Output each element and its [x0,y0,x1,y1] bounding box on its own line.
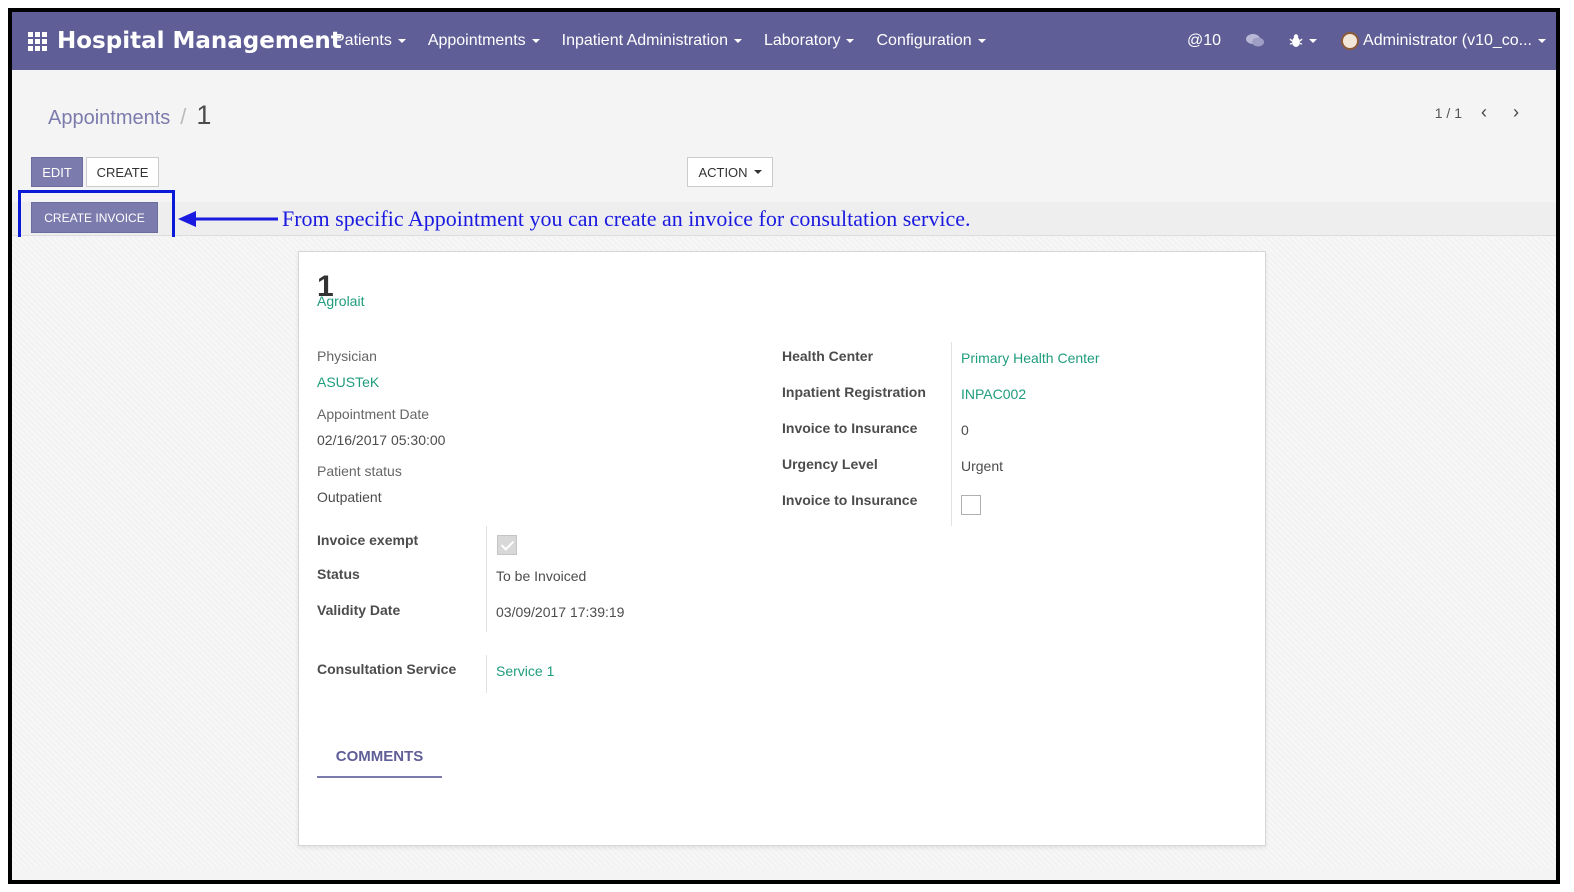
consultation-service-label: Consultation Service [317,661,457,677]
debug-bug-icon[interactable] [1289,33,1318,49]
urgency-level-value: Urgent [961,458,1004,474]
app-brand[interactable]: Hospital Management [28,12,342,70]
field-divider [486,655,487,693]
main-menu: Patients Appointments Inpatient Administ… [334,12,1008,70]
avatar [1341,32,1360,50]
caret-down-icon [1309,39,1318,43]
brand-title: Hospital Management [57,28,342,54]
invoice-to-insurance-label: Invoice to Insurance [782,420,918,436]
app-window: Hospital Management Patients Appointment… [8,8,1560,884]
create-button[interactable]: CREATE [86,157,159,187]
urgency-level-label: Urgency Level [782,456,878,472]
caret-down-icon [397,38,406,43]
breadcrumb: Appointments / 1 [48,100,211,131]
field-divider [951,342,952,526]
menu-appointments[interactable]: Appointments [428,32,540,50]
control-panel: Appointments / 1 [12,70,1556,202]
patient-status-label: Patient status [317,463,402,479]
invoice-exempt-label: Invoice exempt [317,532,419,548]
field-divider [486,526,487,632]
pager: 1 / 1 ‹ › [1435,102,1532,123]
invoice-to-insurance-value: 0 [961,422,969,438]
health-center-link[interactable]: Primary Health Center [961,350,1100,366]
tab-comments[interactable]: COMMENTS [317,736,442,778]
pager-value[interactable]: 1 / 1 [1435,105,1462,121]
consultation-service-link[interactable]: Service 1 [496,663,554,679]
caret-down-icon [977,38,986,43]
caret-down-icon [733,38,742,43]
breadcrumb-current: 1 [196,100,212,130]
caret-down-icon [1538,39,1546,43]
physician-label: Physician [317,348,377,364]
health-center-label: Health Center [782,348,874,364]
validity-date-label: Validity Date [317,602,401,618]
edit-button[interactable]: EDIT [31,157,83,187]
validity-date-value[interactable]: 03/09/2017 17:39:19 [496,604,624,620]
appointment-date-label: Appointment Date [317,406,430,422]
inpatient-registration-label: Inpatient Registration [782,384,926,400]
invoice-to-insurance-2-label: Invoice to Insurance [782,492,918,508]
status-value: To be Invoiced [496,568,587,584]
menu-inpatient-administration[interactable]: Inpatient Administration [562,32,742,50]
breadcrumb-separator: / [180,104,187,129]
status-label: Status [317,566,360,582]
appointment-date-value[interactable]: 02/16/2017 05:30:00 [317,432,445,448]
caret-down-icon [753,170,762,174]
invoice-to-insurance-checkbox[interactable] [961,495,981,515]
menu-configuration[interactable]: Configuration [876,32,986,50]
caret-down-icon [846,38,855,43]
caret-down-icon [531,38,540,43]
annotation-text: From specific Appointment you can create… [282,206,971,231]
menu-laboratory[interactable]: Laboratory [764,32,855,50]
pager-previous-icon[interactable]: ‹ [1468,102,1500,123]
patient-link[interactable]: Agrolait [317,293,364,309]
physician-link[interactable]: ASUSTeK [317,374,379,390]
systray: @10 Administrator (v10_co... [1163,12,1546,70]
invoice-exempt-checkbox[interactable] [497,535,517,555]
apps-menu-icon[interactable] [28,31,47,51]
annotation-arrow-icon [178,211,278,227]
mentions-counter[interactable]: @10 [1187,32,1221,50]
patient-status-value: Outpatient [317,489,382,505]
menu-patients[interactable]: Patients [334,32,406,50]
breadcrumb-appointments[interactable]: Appointments [48,107,170,130]
top-navbar: Hospital Management Patients Appointment… [12,12,1556,70]
action-button[interactable]: ACTION [687,157,773,187]
user-menu[interactable]: Administrator (v10_co... [1341,32,1546,50]
chat-icon[interactable] [1245,33,1265,49]
inpatient-registration-link[interactable]: INPAC002 [961,386,1026,402]
form-sheet: 1 Agrolait Physician ASUSTeK Appointment… [298,251,1266,846]
pager-next-icon[interactable]: › [1500,102,1532,123]
